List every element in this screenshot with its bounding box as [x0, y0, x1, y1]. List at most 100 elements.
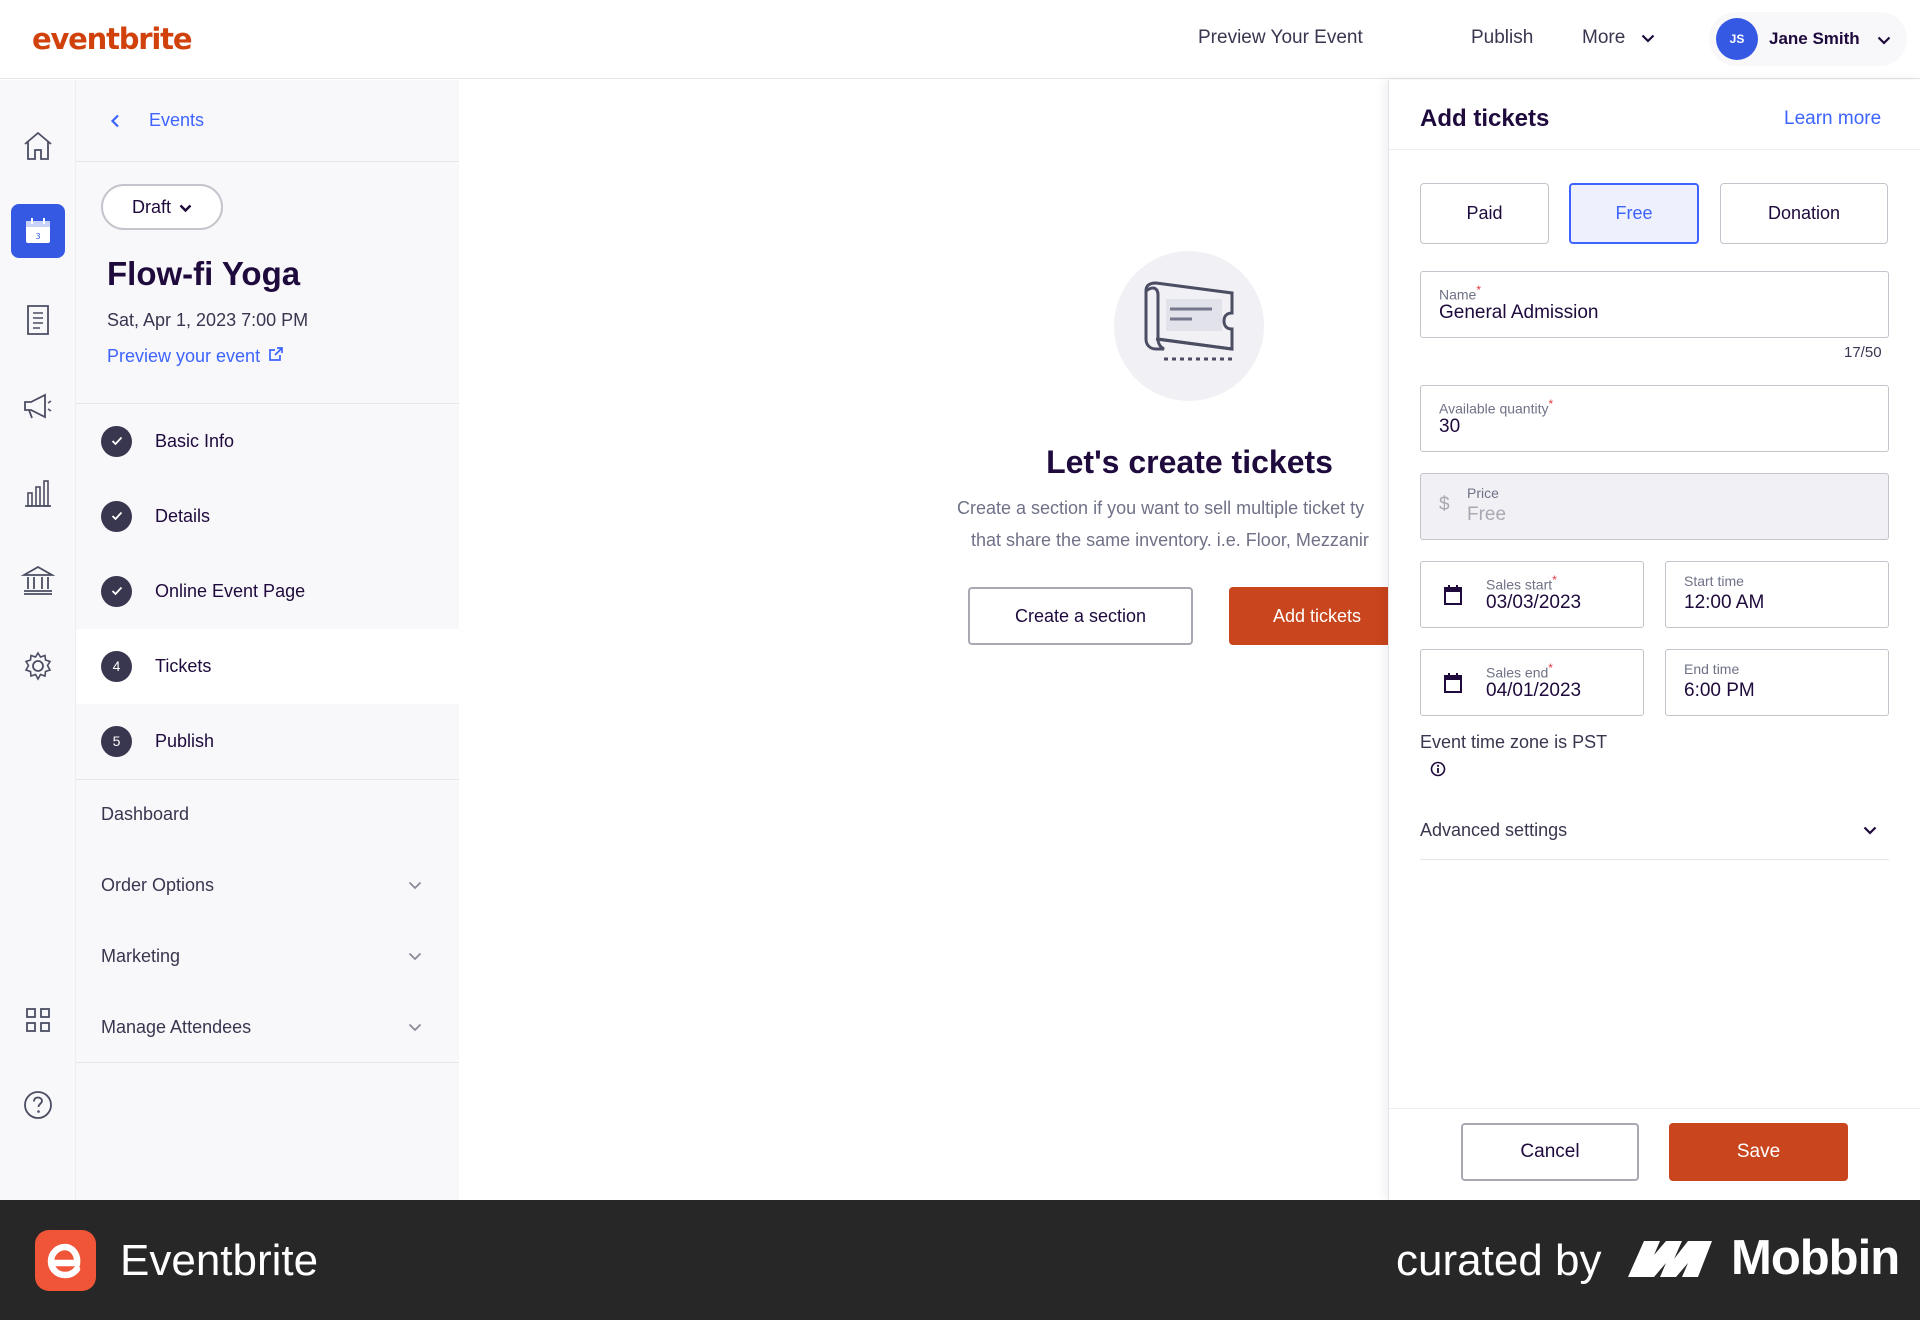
field-label: Available quantity* — [1439, 397, 1554, 417]
home-icon[interactable] — [18, 126, 58, 166]
field-label: Name* — [1439, 283, 1482, 303]
field-label: Sales start* — [1486, 573, 1557, 593]
ticket-name-input[interactable] — [1439, 302, 1759, 324]
ticket-type-paid[interactable]: Paid — [1420, 183, 1549, 244]
panel-footer: Cancel Save — [1389, 1108, 1920, 1200]
timezone-note: Event time zone is PST — [1420, 732, 1608, 752]
step-details[interactable]: Details — [76, 479, 459, 554]
empty-state-heading: Let's create tickets — [1046, 444, 1333, 480]
step-label: Details — [155, 506, 211, 526]
step-label: Basic Info — [155, 431, 235, 451]
events-link[interactable]: Events — [149, 110, 204, 131]
ticket-type-donation[interactable]: Donation — [1720, 183, 1888, 244]
create-section-button[interactable]: Create a section — [968, 587, 1193, 645]
user-name: Jane Smith — [1769, 29, 1860, 48]
info-icon[interactable] — [1430, 761, 1446, 782]
menu-label: Marketing — [101, 946, 181, 966]
eventbrite-logo[interactable]: eventbrite — [32, 22, 192, 56]
mobbin-brand: Mobbin — [1731, 1231, 1900, 1285]
user-menu[interactable]: JS Jane Smith — [1709, 12, 1907, 66]
main-content: Let's create tickets Create a section if… — [459, 80, 1388, 1200]
menu-label: Manage Attendees — [101, 1017, 252, 1037]
apps-icon[interactable] — [18, 1000, 58, 1040]
settings-icon[interactable] — [18, 646, 58, 686]
panel-header: Add tickets Learn more — [1389, 80, 1920, 150]
calendar-icon[interactable]: 3 — [11, 204, 65, 258]
sales-start-input[interactable] — [1486, 592, 1626, 614]
event-title: Flow-fi Yoga — [107, 255, 301, 292]
icon-rail: 3 — [0, 80, 76, 1200]
help-icon[interactable] — [18, 1085, 58, 1125]
divider — [76, 1062, 459, 1063]
field-label: End time — [1684, 661, 1740, 677]
field-label: Price — [1467, 485, 1499, 501]
end-time-input[interactable] — [1684, 680, 1864, 702]
price-field: $ Price — [1420, 473, 1889, 540]
advanced-settings-toggle[interactable]: Advanced settings — [1420, 798, 1889, 860]
menu-order-options[interactable]: Order Options — [76, 855, 459, 915]
menu-marketing[interactable]: Marketing — [76, 926, 459, 986]
menu-label: Dashboard — [101, 804, 190, 824]
sales-start-field[interactable]: Sales start* — [1420, 561, 1644, 628]
step-label: Publish — [155, 731, 215, 751]
character-counter: 17/50 — [1844, 344, 1882, 361]
app-name: Eventbrite — [120, 1236, 319, 1285]
step-label: Tickets — [155, 656, 212, 676]
cancel-button[interactable]: Cancel — [1461, 1123, 1639, 1181]
marketing-icon[interactable] — [18, 386, 58, 426]
footer-banner: Eventbrite curated by Mobbin — [0, 1200, 1920, 1320]
end-time-field[interactable]: End time — [1665, 649, 1889, 716]
quantity-field[interactable]: Available quantity* — [1420, 385, 1889, 452]
menu-dashboard[interactable]: Dashboard — [76, 784, 459, 844]
menu-manage-attendees[interactable]: Manage Attendees — [76, 997, 459, 1057]
ticket-illustration — [1114, 251, 1264, 401]
sales-end-field[interactable]: Sales end* — [1420, 649, 1644, 716]
start-time-input[interactable] — [1684, 592, 1864, 614]
start-time-field[interactable]: Start time — [1665, 561, 1889, 628]
menu-label: Order Options — [101, 875, 215, 895]
chevron-down-icon — [179, 197, 192, 218]
mobbin-logo-icon — [1626, 1237, 1716, 1286]
avatar: JS — [1716, 18, 1758, 60]
divider — [76, 779, 459, 780]
status-label: Draft — [131, 196, 171, 217]
publish-link[interactable]: Publish — [1471, 27, 1533, 49]
event-sidebar: Events Draft Flow-fi Yoga Sat, Apr 1, 20… — [76, 80, 459, 1200]
orders-icon[interactable] — [18, 300, 58, 340]
step-tickets[interactable]: 4 Tickets — [76, 629, 459, 704]
external-link-icon — [268, 346, 284, 367]
status-dropdown[interactable]: Draft — [101, 184, 223, 230]
empty-state-description: that share the same inventory. i.e. Floo… — [971, 530, 1369, 550]
chevron-down-icon — [408, 877, 422, 895]
finance-icon[interactable] — [18, 560, 58, 600]
back-to-events[interactable]: Events — [76, 80, 459, 162]
preview-event-link[interactable]: Preview your event — [107, 346, 284, 367]
ticket-icon — [1144, 281, 1234, 361]
event-date: Sat, Apr 1, 2023 7:00 PM — [107, 310, 309, 330]
field-label: Start time — [1684, 573, 1744, 589]
curated-by-label: curated by — [1396, 1236, 1602, 1285]
step-basic-info[interactable]: Basic Info — [76, 404, 459, 479]
step-number: 5 — [101, 726, 132, 757]
save-button[interactable]: Save — [1669, 1123, 1848, 1181]
more-menu[interactable]: More — [1582, 27, 1655, 49]
calendar-icon — [1443, 584, 1463, 611]
panel-title: Add tickets — [1420, 105, 1550, 132]
chevron-left-icon — [110, 114, 120, 133]
add-tickets-button[interactable]: Add tickets — [1229, 587, 1388, 645]
price-input — [1467, 504, 1787, 526]
step-publish[interactable]: 5 Publish — [76, 704, 459, 779]
top-header: eventbrite Preview Your Event Publish Mo… — [0, 0, 1920, 79]
step-label: Online Event Page — [155, 581, 306, 601]
step-online-event-page[interactable]: Online Event Page — [76, 554, 459, 629]
preview-your-event-link[interactable]: Preview Your Event — [1198, 27, 1363, 49]
check-icon — [101, 426, 132, 457]
reports-icon[interactable] — [18, 473, 58, 513]
chevron-down-icon — [1641, 27, 1655, 49]
quantity-input[interactable] — [1439, 416, 1759, 438]
ticket-type-free[interactable]: Free — [1569, 183, 1699, 244]
sales-end-input[interactable] — [1486, 680, 1626, 702]
learn-more-link[interactable]: Learn more — [1784, 108, 1881, 130]
chevron-down-icon — [1863, 822, 1877, 840]
ticket-name-field[interactable]: Name* — [1420, 271, 1889, 338]
